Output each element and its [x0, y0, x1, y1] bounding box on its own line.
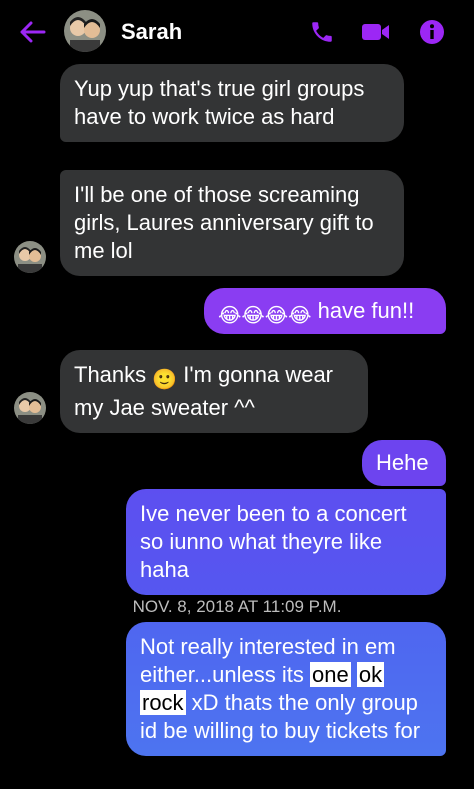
smiling-emoji-icon: 🙂 — [152, 369, 178, 391]
message-text: Ive never been to a concert so iunno wha… — [140, 501, 407, 582]
highlighted-word: rock — [140, 690, 186, 715]
message-text: Hehe — [376, 450, 429, 475]
outgoing-message[interactable]: 😂😂😂😂 have fun!! — [204, 288, 446, 334]
message-text: have fun!! — [311, 298, 415, 323]
conversation-header: Sarah — [0, 0, 474, 64]
outgoing-message[interactable]: Hehe — [362, 440, 446, 486]
message-text: Thanks — [74, 362, 153, 387]
call-button[interactable] — [306, 16, 338, 48]
arrow-left-icon — [20, 21, 46, 43]
contact-name[interactable]: Sarah — [121, 18, 182, 46]
incoming-message[interactable]: Thanks 🙂 I'm gonna wear my Jae sweater ^… — [60, 350, 368, 433]
sender-avatar[interactable] — [14, 241, 46, 273]
back-button[interactable] — [18, 18, 48, 46]
outgoing-message[interactable]: Not really interested in em either...unl… — [126, 622, 446, 756]
info-button[interactable] — [416, 16, 448, 48]
incoming-message[interactable]: Yup yup that's true girl groups have to … — [60, 64, 404, 142]
message-text: Yup yup that's true girl groups have to … — [74, 76, 365, 129]
outgoing-message[interactable]: Ive never been to a concert so iunno wha… — [126, 489, 446, 595]
laughing-emoji-icon: 😂😂😂😂 — [218, 305, 312, 327]
incoming-message[interactable]: I'll be one of those screaming girls, La… — [60, 170, 404, 276]
sender-avatar[interactable] — [14, 392, 46, 424]
video-call-button[interactable] — [360, 16, 392, 48]
message-text: I'll be one of those screaming girls, La… — [74, 182, 374, 263]
highlighted-word: one — [309, 662, 351, 687]
contact-avatar[interactable] — [64, 10, 106, 52]
video-camera-icon — [362, 24, 389, 40]
phone-icon — [312, 22, 332, 42]
info-icon — [420, 20, 444, 44]
highlighted-word: ok — [356, 662, 385, 687]
message-timestamp: NOV. 8, 2018 AT 11:09 P.M. — [132, 597, 342, 616]
